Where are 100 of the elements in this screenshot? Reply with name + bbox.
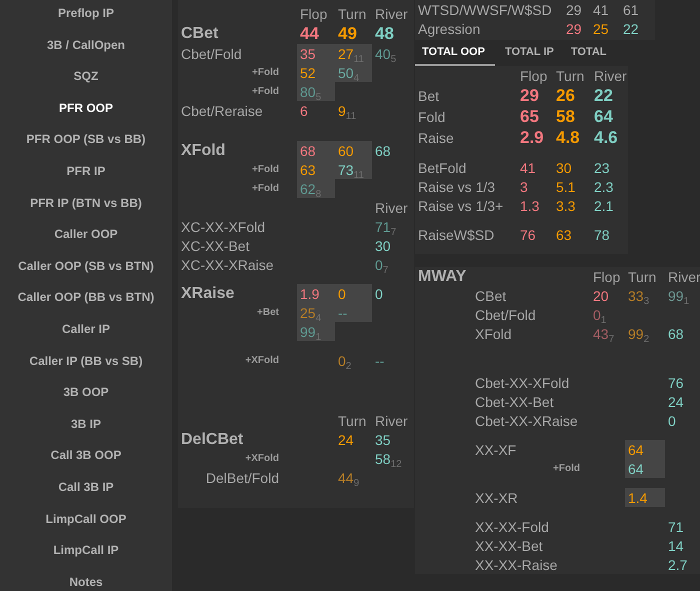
stat-value: -- (375, 352, 384, 368)
stat-label: XX-XF (474, 442, 518, 458)
stat-value: 9$_{11}$ (338, 102, 356, 118)
stat-label: Cbet-XX-XRaise (474, 412, 579, 428)
stat-value: 63 (556, 226, 572, 242)
stat-label: XC-XX-Bet (180, 238, 250, 254)
stat-value: 61 (623, 2, 639, 18)
stat-value: 71 (668, 518, 684, 534)
stat-value: 68 (375, 142, 391, 158)
sidebar-item[interactable]: Preflop IP (0, 0, 172, 30)
stat-value: -- (338, 304, 348, 320)
stat-value: 60 (338, 142, 354, 158)
stat-value: 2.3 (594, 178, 614, 194)
stat-value: 71$_{7}$ (375, 218, 396, 234)
section-title: DelCBet (180, 430, 244, 448)
sidebar-item[interactable]: Call 3B OOP (0, 440, 172, 472)
stat-value: 1.3 (520, 198, 540, 214)
stat-label: XC-XX-XRaise (180, 256, 275, 272)
stat-label: +Bet (256, 307, 280, 318)
column-header: River (374, 412, 409, 430)
stat-value: 6 (300, 102, 308, 118)
sidebar-item[interactable]: Caller OOP (SB vs BTN) (0, 250, 172, 282)
stat-value: 65 (520, 106, 539, 126)
stat-value: 44$_{9}$ (338, 470, 360, 486)
stat-value: 33$_{3}$ (628, 288, 650, 304)
column-header: Turn (337, 412, 368, 430)
stat-label: XX-XX-Bet (474, 538, 544, 554)
tab[interactable]: TOTAL (564, 40, 614, 66)
stat-value: 35 (375, 432, 391, 448)
stat-value: 41 (520, 160, 536, 176)
sidebar-item[interactable]: PFR IP (0, 156, 172, 188)
stat-label: XFold (474, 326, 513, 342)
stat-value: 0$_{7}$ (375, 256, 388, 272)
stat-value: 3.3 (556, 198, 576, 214)
stat-label: +XFold (244, 355, 280, 366)
stat-label: Agression (417, 20, 482, 36)
sidebar-item[interactable]: 3B OOP (0, 377, 172, 409)
sidebar-item[interactable]: Caller IP (0, 314, 172, 346)
stat-value: 25 (593, 20, 609, 36)
stat-label: XX-XX-Raise (474, 556, 558, 572)
stat-label: +XFold (244, 453, 280, 464)
sidebar-item[interactable]: PFR IP (BTN vs BB) (0, 188, 172, 220)
stat-label: WTSD/WWSF/W$SD (417, 2, 553, 18)
stat-value: 43$_{7}$ (593, 326, 614, 342)
section-title: CBet (180, 24, 220, 42)
stat-value: 44 (300, 24, 319, 44)
stat-value: 2.9 (520, 128, 544, 148)
stat-value: 52 (300, 64, 316, 80)
sidebar-item[interactable]: Notes (0, 566, 172, 591)
stat-label: Raise (417, 130, 455, 146)
tab[interactable]: TOTAL IP (498, 40, 561, 66)
section-title: XRaise (180, 284, 236, 302)
sidebar-item[interactable]: 3B / CallOpen (0, 30, 172, 62)
sidebar-item[interactable]: SQZ (0, 61, 172, 93)
stat-value: 23 (594, 160, 610, 176)
sidebar-item[interactable]: Call 3B IP (0, 472, 172, 504)
stat-value: 29 (566, 20, 582, 36)
column-header: Turn (337, 4, 368, 23)
stat-value: 22 (623, 20, 639, 36)
stat-label: DelBet/Fold (204, 470, 280, 486)
stat-value: 14 (668, 538, 684, 554)
sidebar-item[interactable]: PFR OOP (0, 92, 172, 124)
stat-label: Fold (417, 108, 446, 124)
stat-label: +Fold (251, 183, 280, 194)
stat-value: 58 (556, 106, 575, 126)
stat-value: 78 (594, 226, 610, 242)
column-header: Flop (592, 268, 622, 286)
column-header: Turn (627, 268, 658, 286)
stat-label: Cbet/Fold (180, 46, 243, 62)
stat-label: +Fold (251, 86, 280, 97)
stat-label: Cbet/Fold (474, 306, 537, 322)
stat-label: Cbet-XX-XFold (474, 374, 570, 390)
stat-value: 49 (338, 24, 357, 44)
stat-value: 1.4 (628, 490, 648, 506)
stat-value: 0$_{2}$ (338, 352, 352, 368)
column-header: Flop (299, 4, 328, 23)
stat-label: Raise vs 1/3 (417, 178, 496, 194)
stat-label: Bet (417, 88, 440, 104)
sidebar-item[interactable]: 3B IP (0, 408, 172, 440)
sidebar-item[interactable]: LimpCall OOP (0, 504, 172, 536)
stat-value: 2.1 (594, 198, 614, 214)
stat-value: 35 (300, 46, 316, 62)
stat-value: 48 (375, 24, 394, 44)
stat-label: CBet (474, 288, 508, 304)
stat-value: 0 (375, 286, 383, 302)
sidebar-item[interactable]: Caller OOP (0, 219, 172, 251)
stat-value: 3 (520, 178, 528, 194)
stat-value: 64 (628, 460, 644, 476)
sidebar-item[interactable]: Caller OOP (BB vs BTN) (0, 282, 172, 314)
sidebar-item[interactable]: Caller IP (BB vs SB) (0, 346, 172, 378)
stat-value: 22 (594, 86, 613, 106)
sidebar-item[interactable]: LimpCall IP (0, 535, 172, 567)
stat-value: 2.7 (668, 556, 688, 572)
stat-value: 30 (556, 160, 572, 176)
stat-value: 99$_{1}$ (668, 288, 690, 304)
sidebar-item[interactable]: PFR OOP (SB vs BB) (0, 124, 172, 156)
column-header: River (374, 4, 409, 23)
stat-label: XX-XX-Fold (474, 518, 550, 534)
stat-label: Cbet/Reraise (180, 102, 264, 118)
stat-value: 0 (668, 412, 676, 428)
